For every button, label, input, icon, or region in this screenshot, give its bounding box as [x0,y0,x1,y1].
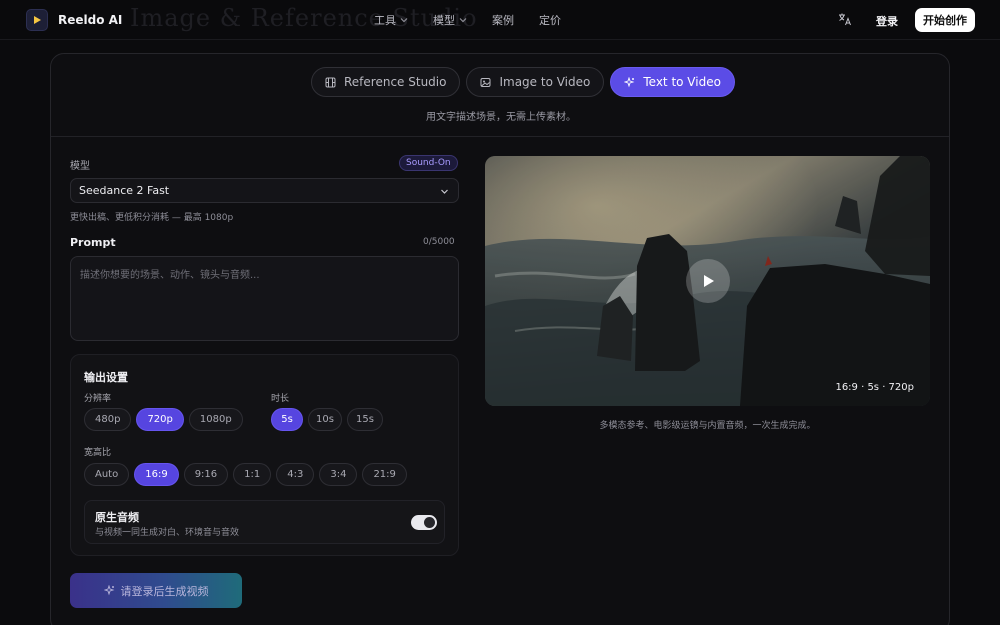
main-nav: 工具 模型 案例 定价 [374,12,586,28]
start-creating-button[interactable]: 开始创作 [915,8,975,32]
prompt-label: Prompt [70,236,116,249]
resolution-option-480p[interactable]: 480p [84,408,132,431]
prompt-input[interactable]: 描述你想要的场景、动作、镜头与音频... [70,256,459,341]
nav-item-label: 模型 [433,14,455,27]
resolution-options: 480p 720p 1080p [84,408,243,431]
model-select[interactable]: Seedance 2 Fast [70,178,459,203]
aspect-option-9-16[interactable]: 9:16 [183,463,229,486]
divider [51,136,949,137]
preview-meta: 16:9 · 5s · 720p [835,382,914,393]
toggle-knob [424,517,435,528]
preview-video[interactable]: 16:9 · 5s · 720p [485,156,930,406]
native-audio-desc: 与视频一同生成对白、环境音与音效 [95,528,240,538]
aspect-option-16-9[interactable]: 16:9 [134,463,179,486]
play-button[interactable] [686,259,730,303]
prompt-placeholder: 描述你想要的场景、动作、镜头与音频... [80,270,260,281]
native-audio-toggle[interactable] [411,515,437,530]
tab-image-to-video[interactable]: Image to Video [466,67,605,97]
output-settings-card: 输出设置 分辨率 480p 720p 1080p 时长 5s 10s 15s 宽… [70,354,459,556]
chevron-down-icon [441,189,448,194]
aspect-ratio-options: Auto 16:9 9:16 1:1 4:3 3:4 21:9 [84,463,407,486]
nav-item-pricing[interactable]: 定价 [539,12,561,28]
duration-option-5s on[interactable]: 5s [271,408,303,431]
nav-item-label: 定价 [539,14,561,27]
sparkle-icon [624,76,635,87]
mode-subtitle: 用文字描述场景，无需上传素材。 [426,112,576,123]
tab-reference-studio[interactable]: Reference Studio [311,67,461,97]
duration-option-15s[interactable]: 15s [347,408,383,431]
sparkle-icon [103,585,114,596]
generator-panel: Reference Studio Image to Video Text to … [50,53,950,625]
tab-label: Reference Studio [344,75,447,89]
output-settings-title: 输出设置 [84,371,128,384]
nav-item-cases[interactable]: 案例 [492,12,514,28]
play-icon [704,275,714,287]
aspect-option-4-3[interactable]: 4:3 [276,463,315,486]
model-label: 模型 [70,161,90,172]
native-audio-title: 原生音频 [95,511,139,524]
nav-item-label: 案例 [492,14,514,27]
model-selected-value: Seedance 2 Fast [79,184,170,197]
prompt-counter: 0/5000 [423,237,455,247]
sound-on-badge: Sound-On [399,155,458,171]
nav-item-tools[interactable]: 工具 [374,12,408,28]
duration-option-10s[interactable]: 10s [308,408,342,431]
translate-icon[interactable] [838,12,852,26]
tab-text-to-video[interactable]: Text to Video [610,67,735,97]
duration-label: 时长 [271,394,290,404]
top-nav: Image & Reference Studio Reeldo AI 工具 模型… [0,0,1000,40]
image-icon [480,77,491,87]
film-icon [325,77,336,87]
tab-label: Image to Video [499,75,591,89]
native-audio-row: 原生音频 与视频一同生成对白、环境音与音效 [84,500,445,544]
resolution-label: 分辨率 [84,394,112,404]
aspect-ratio-label: 宽高比 [84,448,112,458]
tab-label: Text to Video [643,75,721,89]
nav-item-models[interactable]: 模型 [433,12,467,28]
mode-tabs: Reference Studio Image to Video Text to … [311,67,735,97]
aspect-option-21-9[interactable]: 21:9 [362,463,407,486]
generate-video-button[interactable]: 请登录后生成视频 [70,573,242,608]
aspect-option-auto[interactable]: Auto [84,463,130,486]
model-hint: 更快出稿、更低积分消耗 — 最高 1080p [70,213,234,223]
aspect-option-3-4[interactable]: 3:4 [319,463,358,486]
duration-options: 5s 10s 15s [271,408,383,431]
logo-icon [26,9,48,31]
nav-item-label: 工具 [374,14,396,27]
brand[interactable]: Reeldo AI [26,9,122,31]
login-link[interactable]: 登录 [876,13,898,29]
resolution-option-720p[interactable]: 720p [136,408,184,431]
chevron-down-icon [400,18,408,23]
brand-name: Reeldo AI [58,13,123,27]
chevron-down-icon [459,18,467,23]
generate-button-label: 请登录后生成视频 [120,584,209,598]
aspect-option-1-1[interactable]: 1:1 [233,463,272,486]
resolution-option-1080p[interactable]: 1080p [188,408,243,431]
preview-caption: 多模态参考、电影级运镜与内置音频，一次生成完成。 [599,421,816,431]
